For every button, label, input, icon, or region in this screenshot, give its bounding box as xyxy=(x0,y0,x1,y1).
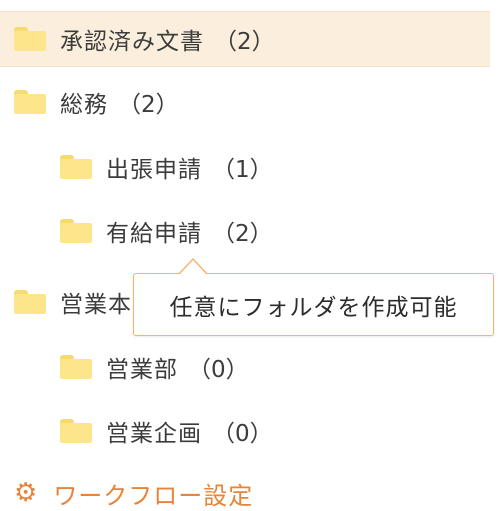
folder-count: （1） xyxy=(212,157,273,183)
folder-item-approved-documents[interactable]: 承認済み文書 （2） xyxy=(0,11,490,67)
tooltip-text: 任意にフォルダを作成可能 xyxy=(169,294,458,321)
folder-icon xyxy=(60,219,92,243)
folder-count: （0） xyxy=(212,421,273,447)
folder-count: （0） xyxy=(188,357,249,383)
folder-tree: 承認済み文書 （2） 総務 （2） 出張申請 （1） 有給申請 （2） 営業本部… xyxy=(0,0,500,510)
folder-icon xyxy=(14,90,46,114)
folder-icon xyxy=(14,27,46,51)
workflow-settings-link[interactable]: ⚙ ワークフロー設定 xyxy=(14,478,254,510)
folder-count: （2） xyxy=(118,92,179,118)
folder-count: （2） xyxy=(214,29,275,55)
folder-icon xyxy=(60,355,92,379)
folder-item-paid-leave[interactable]: 有給申請 （2） xyxy=(0,203,490,259)
folder-label: 出張申請 xyxy=(106,157,202,183)
tooltip-arrow-fill xyxy=(179,260,207,275)
folder-label: 総務 xyxy=(60,92,108,118)
folder-label: 営業企画 xyxy=(106,421,202,447)
folder-item-sales-planning[interactable]: 営業企画 （0） xyxy=(0,403,490,459)
folder-label: 承認済み文書 xyxy=(60,29,204,55)
folder-icon xyxy=(60,419,92,443)
tooltip: 任意にフォルダを作成可能 xyxy=(133,258,494,336)
folder-icon xyxy=(14,290,46,314)
workflow-settings-label: ワークフロー設定 xyxy=(53,481,254,510)
folder-icon xyxy=(60,155,92,179)
folder-item-business-trip[interactable]: 出張申請 （1） xyxy=(0,139,490,195)
folder-item-general-affairs[interactable]: 総務 （2） xyxy=(0,74,490,130)
folder-count: （2） xyxy=(212,221,273,247)
folder-label: 有給申請 xyxy=(106,221,202,247)
gear-icon: ⚙ xyxy=(14,478,38,508)
folder-item-sales-department[interactable]: 営業部 （0） xyxy=(0,339,490,395)
folder-label: 営業部 xyxy=(106,357,178,383)
